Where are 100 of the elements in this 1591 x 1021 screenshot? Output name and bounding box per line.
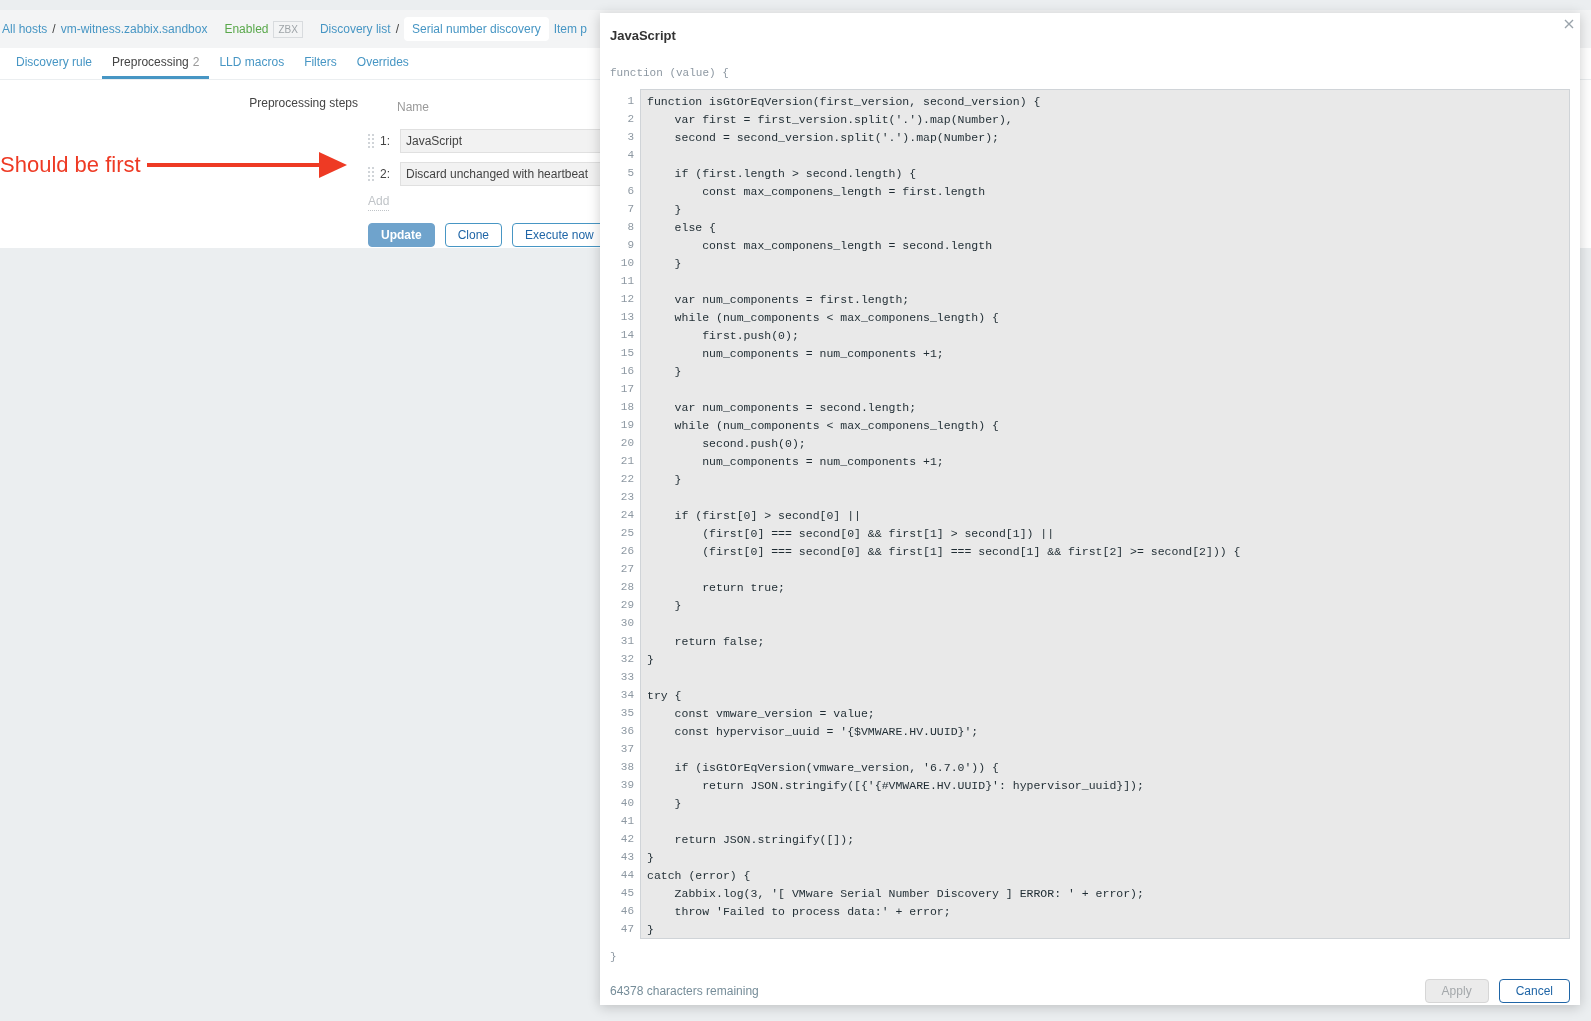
- code-line: try {: [647, 689, 682, 702]
- status-label[interactable]: Enabled: [224, 20, 269, 38]
- code-line: second.push(0);: [701, 437, 806, 450]
- code-line: while (num_components < max_componens_length) {: [673, 419, 999, 432]
- tab[interactable]: Discovery rule: [6, 48, 103, 79]
- code-line: const vmware_version = value;: [673, 707, 875, 720]
- line-number: 37: [620, 742, 634, 757]
- code-line: (first[0] === second[0] && first[1] === second[1] && first[2] >= second[2])) {: [701, 545, 1241, 558]
- tab[interactable]: Overrides: [346, 48, 419, 79]
- dialog-title: JavaScript: [610, 27, 676, 46]
- breadcrumb-link[interactable]: vm-witness.zabbix.sandbox: [60, 20, 208, 38]
- line-number: 9: [627, 238, 634, 253]
- line-number: 10: [620, 256, 634, 271]
- code-line: }: [673, 599, 682, 612]
- line-number: 12: [620, 292, 634, 307]
- dialog-button[interactable]: Cancel: [1498, 979, 1570, 1003]
- code-line: else {: [673, 221, 716, 234]
- line-number: 29: [620, 598, 634, 613]
- line-number: 42: [620, 832, 634, 847]
- line-number: 14: [620, 328, 634, 343]
- host-tag: ZBX: [273, 20, 303, 38]
- line-number: 5: [627, 166, 634, 181]
- close-icon[interactable]: [1564, 19, 1574, 29]
- code-line: while (num_components < max_componens_length) {: [673, 311, 999, 324]
- line-number: 6: [627, 184, 634, 199]
- line-number: 20: [620, 436, 634, 451]
- line-number: 19: [620, 418, 634, 433]
- code-line: if (first[0] > second[0] ||: [673, 509, 861, 522]
- line-number: 28: [620, 580, 634, 595]
- line-number: 21: [620, 454, 634, 469]
- breadcrumb-separator: /: [395, 21, 399, 38]
- code-line: const hypervisor_uuid = '{$VMWARE.HV.UUID}';: [673, 725, 979, 738]
- annotation-text: Should be first: [0, 151, 141, 179]
- step-number: 2:: [380, 165, 391, 183]
- code-line: var num_components = first.length;: [673, 293, 910, 306]
- code-footer: }: [610, 951, 617, 963]
- form-button[interactable]: Update: [368, 223, 435, 247]
- breadcrumb-link[interactable]: Discovery list: [319, 20, 391, 38]
- code-line: const max_componens_length = second.length: [701, 239, 993, 252]
- drag-handle-icon[interactable]: [368, 132, 374, 149]
- code-line: (first[0] === second[0] && first[1] > second[1]) ||: [701, 527, 1055, 540]
- line-number: 18: [620, 400, 634, 415]
- drag-handle-icon[interactable]: [368, 165, 374, 182]
- code-line: const max_componens_length = first.length: [701, 185, 986, 198]
- column-header: Name: [397, 100, 429, 114]
- breadcrumb-separator: /: [52, 21, 56, 38]
- line-number: 38: [620, 760, 634, 775]
- code-line: }: [647, 653, 654, 666]
- code-line: }: [673, 797, 682, 810]
- code-line: }: [647, 851, 654, 864]
- breadcrumb-link[interactable]: Item p: [553, 20, 588, 38]
- code-line: var num_components = second.length;: [673, 401, 917, 414]
- line-number: 11: [620, 274, 634, 289]
- form-button[interactable]: Clone: [444, 223, 503, 247]
- line-number: 16: [620, 364, 634, 379]
- tab[interactable]: LLD macros: [209, 48, 295, 79]
- code-line: if (isGtOrEqVersion(vmware_version, '6.7.0')) {: [673, 761, 999, 774]
- code-line: return true;: [701, 581, 786, 594]
- line-number: 23: [620, 490, 634, 505]
- line-number: 24: [620, 508, 634, 523]
- line-number: 25: [620, 526, 634, 541]
- code-line: }: [647, 923, 654, 936]
- line-number: 41: [620, 814, 634, 829]
- code-line: return false;: [673, 635, 765, 648]
- code-line: }: [673, 365, 682, 378]
- line-number: 45: [620, 886, 634, 901]
- code-line: }: [673, 203, 682, 216]
- code-line: catch (error) {: [647, 869, 751, 882]
- line-number: 30: [620, 616, 634, 631]
- tab[interactable]: Preprocessing 2: [102, 48, 210, 79]
- line-number: 43: [620, 850, 634, 865]
- line-number: 47: [620, 922, 634, 937]
- line-number: 35: [620, 706, 634, 721]
- line-number: 17: [620, 382, 634, 397]
- breadcrumb-link[interactable]: All hosts: [2, 20, 48, 38]
- line-number: 33: [620, 670, 634, 685]
- code-line: Zabbix.log(3, '[ VMware Serial Number Discovery ] ERROR: ' + error);: [673, 887, 1144, 900]
- code-line: num_components = num_components +1;: [701, 347, 944, 360]
- line-number: 2: [627, 112, 634, 127]
- line-number: 32: [620, 652, 634, 667]
- code-editor[interactable]: [640, 89, 1570, 939]
- characters-remaining: 64378 characters remaining: [610, 983, 759, 1000]
- line-number: 1: [627, 94, 634, 109]
- code-line: num_components = num_components +1;: [701, 455, 944, 468]
- code-line: }: [673, 257, 682, 270]
- breadcrumb-current[interactable]: Serial number discovery: [403, 17, 549, 41]
- line-number: 44: [620, 868, 634, 883]
- tab[interactable]: Filters: [294, 48, 347, 79]
- line-number: 46: [620, 904, 634, 919]
- line-number: 27: [620, 562, 634, 577]
- code-line: }: [673, 473, 682, 486]
- line-number: 39: [620, 778, 634, 793]
- line-number: 15: [620, 346, 634, 361]
- code-line: throw 'Failed to process data:' + error;: [673, 905, 951, 918]
- line-number: 36: [620, 724, 634, 739]
- line-number: 7: [627, 202, 634, 217]
- line-number: 31: [620, 634, 634, 649]
- line-number: 22: [620, 472, 634, 487]
- line-number: 13: [620, 310, 634, 325]
- add-link[interactable]: Add: [368, 192, 390, 211]
